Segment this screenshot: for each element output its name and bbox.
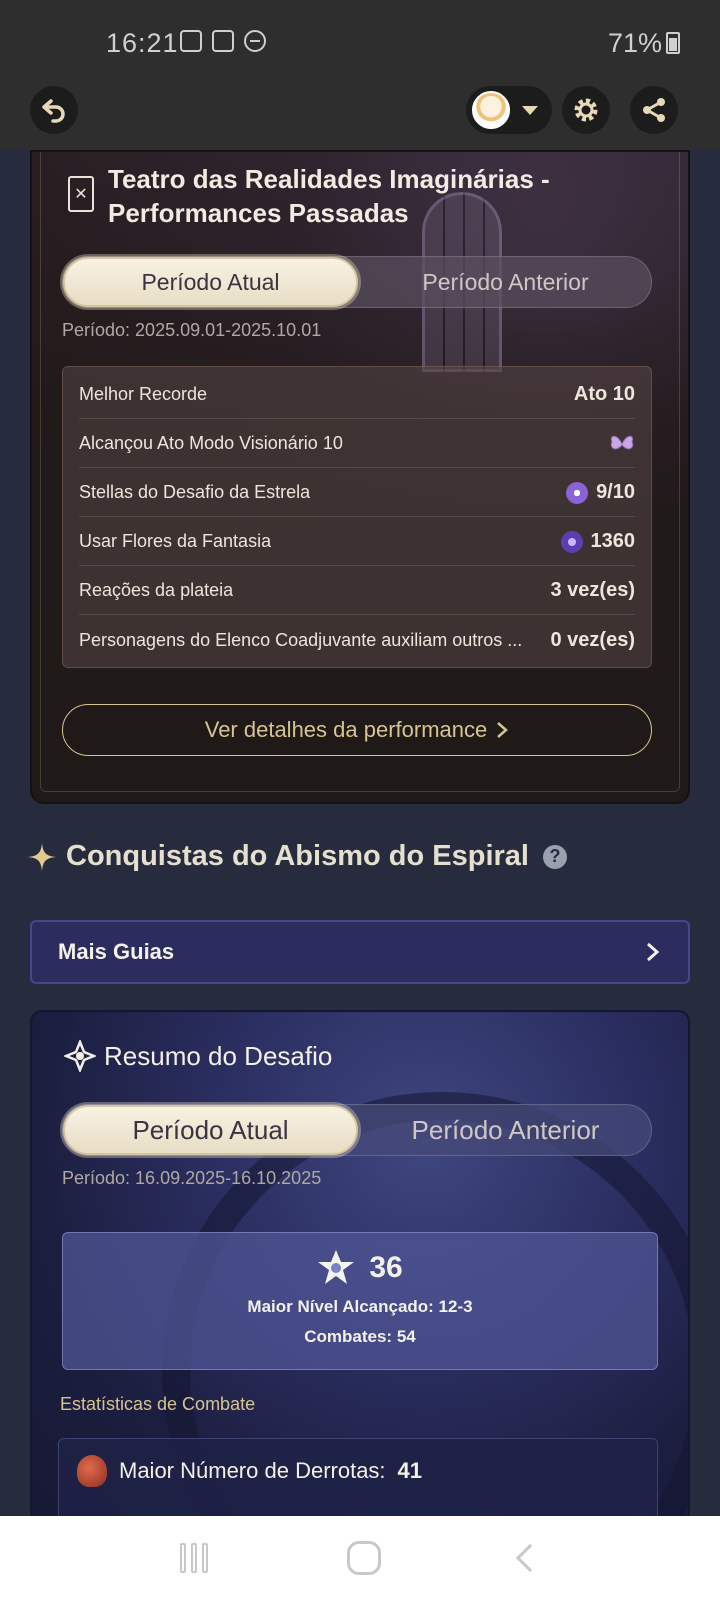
back-arrow-icon [42,99,65,123]
combat-stats-label: Estatísticas de Combate [60,1394,256,1414]
summary-title: Resumo do Desafio [104,1040,333,1071]
top-toolbar [0,86,720,150]
max-floor: Maior Nível Alcançado: 12-3 [247,1297,473,1316]
butterfly-icon [610,435,634,449]
tab-previous-period[interactable]: Período Anterior [358,1105,653,1155]
recent-apps-button[interactable] [179,1543,208,1573]
abyss-emblem-icon [64,1040,96,1072]
theater-stats-table: Melhor Recorde Ato 10 Alcançou Ato Modo … [62,366,652,668]
back-button[interactable] [30,86,78,134]
stat-row: Personagens do Elenco Coadjuvante auxili… [79,628,635,651]
stat-row: Reações da plateia 3 vez(es) [79,567,635,615]
gallery-icon [180,30,202,52]
fantasia-flower-icon [560,530,583,553]
share-icon [643,98,665,122]
battery-icon [666,32,680,54]
challenge-summary-box: 36 Maior Nível Alcançado: 12-3 Combates:… [62,1232,658,1370]
battery-percent: 71% [607,28,662,58]
star-count: 36 [369,1251,403,1284]
settings-button[interactable] [562,86,610,134]
abyss-section-title: Conquistas do Abismo do Espiral ? [28,840,567,873]
stat-row: Usar Flores da Fantasia 1360 [79,518,635,566]
account-switcher[interactable] [466,86,552,134]
stat-row: Stellas do Desafio da Estrela 9/10 [79,469,635,517]
notification-icon [212,30,234,52]
system-nav-bar [0,1516,720,1600]
chevron-right-icon [497,722,509,738]
abyss-star-icon [318,1250,355,1284]
system-back-button[interactable] [516,1543,545,1573]
gear-icon [574,98,598,122]
theater-title: Teatro das Realidades Imaginárias - Perf… [108,164,550,228]
tab-previous-period[interactable]: Período Anterior [358,257,653,307]
chevron-down-icon [522,105,538,115]
home-button[interactable] [346,1541,381,1575]
theater-card-icon: ✕ [68,176,94,212]
stat-row: Melhor Recorde Ato 10 [79,371,635,419]
more-guides-button[interactable]: Mais Guias [30,920,690,984]
avatar [472,91,510,129]
theater-period-tabs: Período Atual Período Anterior [62,256,652,308]
most-defeats-row: Maior Número de Derrotas: 41 [77,1455,422,1487]
battle-count: Combates: 54 [304,1327,416,1346]
enemy-icon [77,1455,107,1487]
chevron-right-icon [647,942,660,962]
theater-card: ✕ Teatro das Realidades Imaginárias - Pe… [30,150,690,804]
abyss-period-tabs: Período Atual Período Anterior [62,1104,652,1156]
tab-current-period[interactable]: Período Atual [63,1105,358,1155]
abyss-period: Período: 16.09.2025-16.10.2025 [62,1168,322,1188]
status-time: 16:21 [106,28,179,58]
abyss-summary-card: Resumo do Desafio Período Atual Período … [30,1010,690,1530]
dnd-icon [244,30,266,52]
tab-current-period[interactable]: Período Atual [63,257,358,307]
share-button[interactable] [630,86,678,134]
star-challenge-icon [566,481,589,504]
sparkle-icon [28,842,56,871]
status-bar: 16:21 71% [0,0,720,86]
help-icon[interactable]: ? [542,844,567,869]
theater-period: Período: 2025.09.01-2025.10.01 [62,320,322,340]
performance-details-button[interactable]: Ver detalhes da performance [62,704,652,756]
stat-row: Alcançou Ato Modo Visionário 10 [79,420,635,468]
